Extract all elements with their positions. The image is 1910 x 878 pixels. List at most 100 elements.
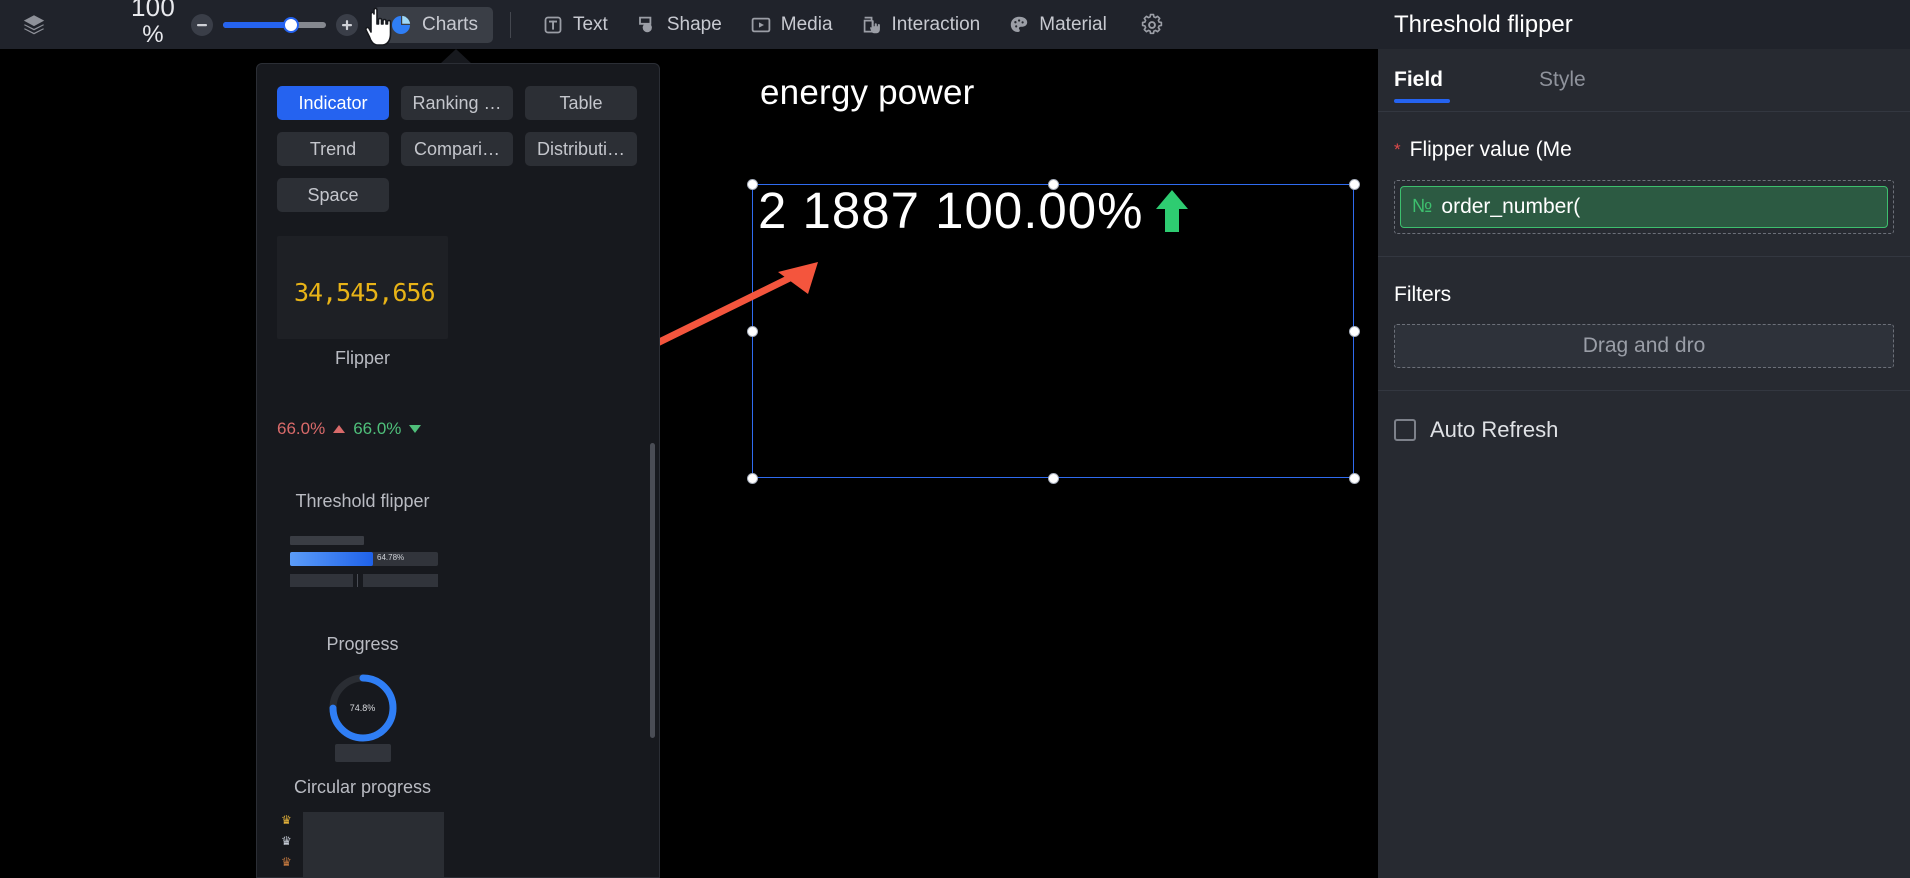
resize-handle-top-center[interactable] — [1048, 179, 1059, 190]
tab-field[interactable]: Field — [1394, 68, 1443, 92]
zoom-in-button[interactable] — [336, 13, 358, 36]
resize-handle-middle-left[interactable] — [747, 326, 758, 337]
popup-scrollbar[interactable] — [650, 443, 655, 738]
auto-refresh-checkbox[interactable] — [1394, 419, 1416, 441]
chart-thumbnail-grid: 34,545,656 Flipper 66.0% 66.0% Threshold… — [257, 218, 659, 877]
tab-style[interactable]: Style — [1539, 68, 1586, 92]
layers-icon — [23, 14, 45, 34]
resize-handle-bottom-right[interactable] — [1349, 473, 1360, 484]
resize-handle-bottom-center[interactable] — [1048, 473, 1059, 484]
chart-item-threshold-flipper[interactable]: 66.0% 66.0% Threshold flipper — [277, 379, 448, 512]
field-chip-order-number[interactable]: № order_number( — [1400, 186, 1888, 228]
chart-thumbnail-ranking-list: ♛ ♛ ♛ 4 — [277, 808, 448, 877]
resize-handle-top-right[interactable] — [1349, 179, 1360, 190]
crown-icon: ♛ — [281, 813, 292, 827]
selected-widget[interactable]: 2 1887 100.00% — [747, 179, 1360, 484]
zoom-control: 100 % — [68, 0, 358, 49]
zoom-unit: % — [142, 21, 164, 48]
panel-title: Threshold flipper — [1378, 0, 1910, 49]
material-icon — [1011, 16, 1028, 32]
tab-interaction-label: Interaction — [891, 13, 981, 35]
chart-category-ranking[interactable]: Ranking … — [401, 86, 513, 120]
chart-category-label: Space — [307, 184, 359, 205]
chart-category-indicator[interactable]: Indicator — [277, 86, 389, 120]
chart-item-label: Flipper — [334, 348, 391, 368]
chart-category-label: Table — [559, 92, 603, 113]
chart-item-progress[interactable]: 64.78% Progress — [277, 522, 448, 655]
layers-button[interactable] — [0, 12, 68, 38]
shape-icon — [638, 16, 652, 32]
interaction-icon — [863, 16, 880, 33]
progress-percent: 64.78% — [377, 553, 405, 562]
slider-fill — [223, 21, 288, 28]
chart-category-trend[interactable]: Trend — [277, 132, 389, 166]
chart-thumbnail-flipper: 34,545,656 — [277, 236, 448, 339]
flipper-sample-value: 34,545,656 — [294, 278, 436, 307]
threshold-up-value: 66.0% — [277, 419, 326, 438]
flipper-value-dropzone[interactable]: № order_number( — [1394, 180, 1894, 234]
ranking-plate — [303, 812, 444, 877]
charts-tab-button[interactable]: Charts — [365, 6, 493, 46]
filters-dropzone[interactable]: Drag and dro — [1394, 324, 1894, 368]
pie-chart-icon — [392, 15, 411, 34]
design-canvas[interactable]: energy power 2 1887 100.00% — [0, 49, 1378, 878]
tab-shape-label: Shape — [666, 13, 722, 35]
threshold-sample-row: 66.0% 66.0% — [277, 419, 448, 439]
ranking-crown-column: ♛ ♛ ♛ — [281, 814, 292, 868]
chart-category-label: Distributi… — [536, 138, 625, 159]
filters-placeholder: Drag and dro — [1582, 334, 1706, 357]
filters-section: Filters Drag and dro — [1378, 257, 1910, 390]
filters-title: Filters — [1394, 283, 1452, 306]
flipper-value-label-text: Flipper value (Me — [1409, 138, 1572, 161]
tab-interaction[interactable]: Interaction — [847, 7, 995, 43]
tab-material[interactable]: Material — [994, 7, 1121, 43]
resize-handle-middle-right[interactable] — [1349, 326, 1360, 337]
progress-footer-left — [290, 574, 353, 587]
chart-category-label: Trend — [309, 138, 357, 159]
crown-icon: ♛ — [281, 834, 292, 848]
progress-placeholder-line — [290, 536, 364, 545]
tab-media[interactable]: Media — [736, 7, 847, 43]
triangle-down-icon — [409, 425, 422, 433]
required-marker: * — [1394, 140, 1401, 159]
app-root: 100 % Charts Text Shape Media Interactio… — [0, 0, 1910, 878]
tab-text-label: Text — [572, 13, 608, 35]
top-toolbar: 100 % Charts Text Shape Media Interactio… — [0, 0, 1378, 49]
chart-thumbnail-threshold-flipper: 66.0% 66.0% — [277, 379, 448, 482]
zoom-slider[interactable] — [223, 14, 326, 36]
circular-progress-footer — [334, 744, 391, 762]
progress-fill — [290, 552, 373, 566]
auto-refresh-row[interactable]: Auto Refresh — [1378, 391, 1910, 469]
settings-button[interactable] — [1139, 12, 1165, 38]
chart-category-space[interactable]: Space — [277, 178, 389, 212]
panel-tabs: Field Style — [1378, 49, 1910, 111]
slider-knob[interactable] — [282, 16, 299, 33]
flipper-value-label: * Flipper value (Me — [1394, 138, 1894, 162]
chart-category-table[interactable]: Table — [525, 86, 637, 120]
tab-media-label: Media — [780, 13, 833, 35]
resize-handle-bottom-left[interactable] — [747, 473, 758, 484]
chart-item-label: Progress — [326, 634, 399, 654]
chart-item-flipper[interactable]: 34,545,656 Flipper — [277, 236, 448, 369]
widget-value: 2 1887 100.00% — [758, 182, 1144, 239]
crown-icon: ♛ — [281, 855, 292, 869]
charts-tab-label: Charts — [422, 13, 478, 35]
text-icon — [544, 16, 562, 33]
resize-handle-top-left[interactable] — [747, 179, 758, 190]
progress-footer-divider — [357, 574, 358, 587]
chart-category-distribution[interactable]: Distributi… — [525, 132, 637, 166]
threshold-down-value: 66.0% — [353, 419, 402, 438]
zoom-out-button[interactable] — [191, 13, 213, 36]
toolbar-divider — [509, 11, 511, 38]
charts-popup-caret — [440, 49, 472, 64]
tab-material-label: Material — [1039, 13, 1107, 35]
chart-item-label: Threshold flipper — [295, 491, 430, 511]
arrow-up-icon — [1155, 189, 1188, 232]
chart-item-circular-progress[interactable]: 74.8% Circular progress — [277, 665, 448, 798]
triangle-up-icon — [333, 425, 346, 433]
gear-icon — [1141, 13, 1163, 34]
chart-item-ranking-list[interactable]: ♛ ♛ ♛ 4 Ranking list — [277, 808, 448, 877]
tab-shape[interactable]: Shape — [622, 7, 736, 43]
chart-category-comparison[interactable]: Compari… — [401, 132, 513, 166]
tab-text[interactable]: Text — [528, 7, 622, 43]
